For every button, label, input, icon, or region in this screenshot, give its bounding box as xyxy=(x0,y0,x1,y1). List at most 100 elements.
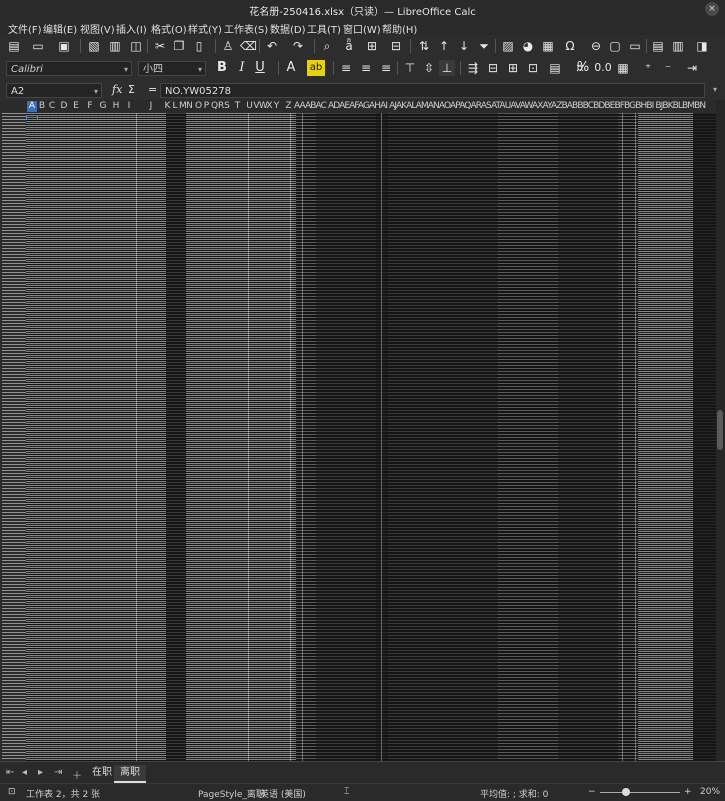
sheet-nav-icon[interactable]: ⊡ xyxy=(8,787,16,797)
number-format-button[interactable]: 0.0 xyxy=(593,60,613,76)
wrap-text-icon[interactable]: ⇶ xyxy=(465,60,481,76)
zoom-out-icon[interactable]: − xyxy=(588,787,596,797)
selection-summary[interactable]: 平均值: ; 求和: 0 xyxy=(480,787,548,800)
new-icon[interactable]: ▤ xyxy=(6,38,22,54)
conditional-format-icon[interactable]: ▤ xyxy=(547,60,563,76)
sheet-tab-resigned[interactable]: 离职 xyxy=(114,765,146,783)
align-bottom-icon[interactable]: ⊥ xyxy=(439,60,455,76)
column-header-b[interactable]: B xyxy=(38,101,46,111)
unmerge-icon[interactable]: ⊡ xyxy=(525,60,541,76)
column-header-q[interactable]: Q xyxy=(211,101,218,111)
column-header-rest[interactable]: AAABAC ADAEAFAGAHAI AJAKALAMANAOAPAQARAS… xyxy=(294,101,706,111)
chevron-down-icon[interactable]: ▾ xyxy=(124,62,128,77)
chart-icon[interactable]: ◕ xyxy=(520,38,536,54)
merge-cells-icon[interactable]: ⊟ xyxy=(485,60,501,76)
align-middle-icon[interactable]: ⇳ xyxy=(421,60,437,76)
clear-format-icon[interactable]: ⌫ xyxy=(240,38,257,54)
column-icon[interactable]: ⊟ xyxy=(388,38,404,54)
close-button[interactable]: × xyxy=(705,2,719,16)
undo-icon[interactable]: ↶ xyxy=(264,38,280,54)
menu-insert[interactable]: 插入(I) xyxy=(116,21,147,36)
menu-format[interactable]: 格式(O) xyxy=(151,21,187,36)
column-header-s[interactable]: S xyxy=(224,101,230,111)
column-header-h[interactable]: H xyxy=(112,101,120,111)
column-header-z[interactable]: Z xyxy=(285,101,292,111)
clone-format-icon[interactable]: ♙ xyxy=(220,38,236,54)
print-icon[interactable]: ▥ xyxy=(107,38,123,54)
export-pdf-icon[interactable]: ▧ xyxy=(86,38,102,54)
sum-button[interactable]: Σ xyxy=(128,83,135,96)
menu-edit[interactable]: 编辑(E) xyxy=(43,21,77,36)
font-name-box[interactable]: Calibri ▾ xyxy=(6,61,132,76)
date-format-icon[interactable]: ▦ xyxy=(615,60,631,76)
add-decimal-icon[interactable]: ⁺ xyxy=(640,60,656,76)
percent-format-button[interactable]: % xyxy=(575,60,591,76)
menu-styles[interactable]: 样式(Y) xyxy=(188,21,222,36)
scroll-prev-sheet-icon[interactable]: ◂ xyxy=(22,767,27,778)
column-header-i[interactable]: I xyxy=(126,101,132,111)
spelling-icon[interactable]: ǟ xyxy=(341,38,357,54)
redo-icon[interactable]: ↷ xyxy=(290,38,306,54)
cell-area[interactable] xyxy=(26,113,716,761)
column-header-o[interactable]: O xyxy=(195,101,202,111)
column-header-x[interactable]: X xyxy=(266,101,273,111)
scroll-next-sheet-icon[interactable]: ▸ xyxy=(38,767,43,778)
freeze-rows-columns-icon[interactable]: ▥ xyxy=(670,38,686,54)
menu-sheet[interactable]: 工作表(S) xyxy=(224,21,268,36)
row-header[interactable] xyxy=(0,113,26,761)
autofilter-icon[interactable]: ⏷ xyxy=(476,38,492,54)
column-header-k[interactable]: K xyxy=(164,101,171,111)
copy-icon[interactable]: ❐ xyxy=(171,38,187,54)
column-header-g[interactable]: G xyxy=(99,101,107,111)
sort-descending-icon[interactable]: ↓ xyxy=(456,38,472,54)
find-icon[interactable]: ⌕ xyxy=(319,38,335,54)
font-size-box[interactable]: 小四 ▾ xyxy=(138,61,206,76)
scroll-last-sheet-icon[interactable]: ⇥ xyxy=(54,767,62,778)
italic-button[interactable]: I xyxy=(234,60,250,76)
bold-button[interactable]: B xyxy=(214,60,230,76)
chevron-down-icon[interactable]: ▾ xyxy=(198,62,202,77)
menu-file[interactable]: 文件(F) xyxy=(8,21,42,36)
comment-icon[interactable]: ▢ xyxy=(607,38,623,54)
column-header-d[interactable]: D xyxy=(59,101,69,111)
column-header-f[interactable]: F xyxy=(86,101,94,111)
select-all-corner[interactable] xyxy=(0,100,26,113)
special-character-icon[interactable]: Ω xyxy=(562,38,578,54)
row-icon[interactable]: ⊞ xyxy=(364,38,380,54)
formula-input[interactable]: NO.YW05278 xyxy=(160,83,705,98)
open-icon[interactable]: ▭ xyxy=(30,38,46,54)
menu-window[interactable]: 窗口(W) xyxy=(343,21,381,36)
delete-decimal-icon[interactable]: ⁻ xyxy=(660,60,676,76)
column-header-t[interactable]: T xyxy=(234,101,241,111)
sort-icon[interactable]: ⇅ xyxy=(416,38,432,54)
save-icon[interactable]: ▣ xyxy=(56,38,72,54)
scroll-first-sheet-icon[interactable]: ⇤ xyxy=(6,767,14,778)
image-icon[interactable]: ▨ xyxy=(500,38,516,54)
column-header-c[interactable]: C xyxy=(48,101,56,111)
paste-icon[interactable]: ▯ xyxy=(191,38,207,54)
increase-indent-icon[interactable]: ⇥ xyxy=(684,60,700,76)
hyperlink-icon[interactable]: ⊖ xyxy=(588,38,604,54)
chevron-down-icon[interactable]: ▾ xyxy=(94,84,98,99)
print-preview-icon[interactable]: ◫ xyxy=(128,38,144,54)
column-header-e[interactable]: E xyxy=(72,101,80,111)
vertical-scroll-thumb[interactable] xyxy=(717,410,723,450)
add-sheet-icon[interactable]: ＋ xyxy=(72,767,82,782)
column-header-a[interactable]: A xyxy=(27,101,37,112)
menu-tools[interactable]: 工具(T) xyxy=(307,21,341,36)
column-header-u[interactable]: U xyxy=(246,101,253,111)
font-color-button[interactable]: A xyxy=(283,60,299,76)
column-header-j[interactable]: J xyxy=(147,101,155,111)
zoom-in-icon[interactable]: + xyxy=(684,787,692,797)
underline-button[interactable]: U xyxy=(252,60,268,76)
language-indicator[interactable]: 英语 (美国) xyxy=(260,787,306,800)
expand-formula-icon[interactable]: ▾ xyxy=(713,85,717,94)
cut-icon[interactable]: ✂ xyxy=(152,38,168,54)
align-right-icon[interactable]: ≡ xyxy=(378,60,394,76)
pivot-table-icon[interactable]: ▦ xyxy=(540,38,556,54)
spreadsheet-grid[interactable] xyxy=(0,113,716,761)
menu-data[interactable]: 数据(D) xyxy=(270,21,306,36)
align-center-icon[interactable]: ≡ xyxy=(358,60,374,76)
selection-mode-icon[interactable]: ⌶ xyxy=(344,787,349,797)
split-window-icon[interactable]: ◨ xyxy=(694,38,710,54)
